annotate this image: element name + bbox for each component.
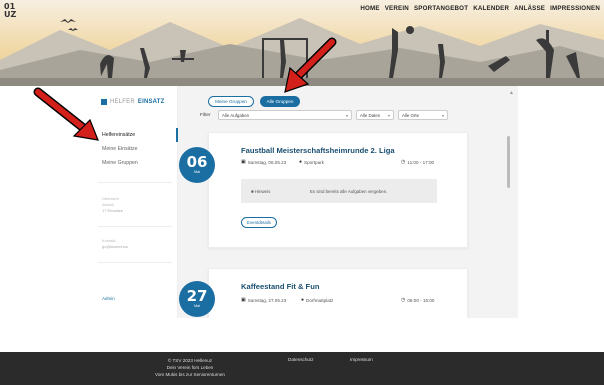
- clock-icon: ◷: [401, 297, 406, 303]
- event-hint-box: ■ Hinweis Es sind bereits alle Aufgaben …: [241, 179, 437, 203]
- tasks-select[interactable]: Alle Aufgaben ▾: [218, 110, 352, 120]
- location-pin-icon: ●: [301, 297, 305, 303]
- chevron-down-icon: ▾: [345, 113, 348, 118]
- main-content: Meine Gruppen Alle Gruppen Filter Alle A…: [178, 86, 518, 318]
- chevron-down-icon: ▾: [441, 113, 444, 118]
- admin-link[interactable]: Admin: [102, 296, 115, 301]
- event-card[interactable]: 06 Mai Faustball Meisterschaftsheimrunde…: [179, 132, 468, 248]
- event-date-badge: 06 Mai: [179, 147, 215, 183]
- sidebar-divider: [98, 226, 172, 227]
- dates-select[interactable]: Alle Daten ▾: [356, 110, 394, 120]
- event-place: ● Sportpark: [299, 159, 324, 165]
- site-footer: © TSV 2023 Hellenuz Dein Verein fürs Leb…: [0, 352, 604, 385]
- sidebar-item-meine-gruppen[interactable]: Meine Gruppen: [86, 156, 178, 170]
- sidebar-divider: [98, 262, 172, 263]
- nav-home[interactable]: HOME: [360, 5, 379, 12]
- footer-club-info: © TSV 2023 Hellenuz Dein Verein fürs Leb…: [155, 358, 225, 377]
- event-title[interactable]: Kaffeestand Fit & Fun: [241, 282, 319, 291]
- footer-privacy-link[interactable]: Datenschutz: [288, 357, 314, 362]
- sidebar-stats: Übersicht Aktuell 17 Einsätze: [102, 196, 123, 213]
- filter-label: Filter: [200, 113, 211, 118]
- sidebar-divider: [98, 182, 172, 183]
- footer-imprint-link[interactable]: Impressum: [350, 357, 373, 362]
- event-title[interactable]: Faustball Meisterschaftsheimrunde 2. Lig…: [241, 146, 395, 155]
- event-time: ◷ 08:00 - 15:00: [401, 297, 435, 303]
- chevron-down-icon: ▾: [387, 113, 390, 118]
- nav-impressionen[interactable]: IMPRESSIONEN: [550, 5, 600, 12]
- brand-logo[interactable]: HELFER EINSATZ: [101, 99, 165, 105]
- nav-sportangebot[interactable]: SPORTANGEBOT: [414, 5, 468, 12]
- hint-text: Es sind bereits alle Aufgaben vergeben.: [310, 189, 388, 194]
- event-time: ◷ 11:00 - 17:00: [401, 159, 435, 165]
- nav-verein[interactable]: VEREIN: [385, 5, 409, 12]
- event-date: ▣ Samstag, 06.05.23: [241, 159, 287, 165]
- red-arrow-all-groups: [284, 37, 337, 93]
- event-place: ● Dorfmattplatz: [301, 297, 334, 303]
- event-card[interactable]: 27 Mai Kaffeestand Fit & Fun ▣ Samstag, 2…: [179, 268, 468, 318]
- calendar-icon: ▣: [241, 297, 246, 303]
- nav-kalender[interactable]: KALENDER: [473, 5, 509, 12]
- calendar-icon: ▣: [241, 159, 246, 165]
- sidebar-user: Kontakt gu@lauemnus: [102, 238, 128, 249]
- scrollbar[interactable]: [507, 86, 510, 318]
- location-pin-icon: ●: [299, 159, 303, 165]
- my-groups-toggle[interactable]: Meine Gruppen: [208, 96, 254, 107]
- hint-label: ■ Hinweis: [251, 189, 271, 194]
- places-select[interactable]: Alle Orte ▾: [398, 110, 448, 120]
- event-details-button[interactable]: Eventdetails: [241, 217, 277, 228]
- club-logo[interactable]: 01 UZ: [4, 3, 16, 19]
- helfereinsatz-app: HELFER EINSATZ Helfereinsätze Meine Einsä…: [86, 86, 518, 318]
- top-navigation: HOME VEREIN SPORTANGEBOT KALENDER ANLÄSS…: [360, 5, 600, 12]
- info-icon: ■: [251, 189, 254, 194]
- scrollbar-thumb[interactable]: [507, 136, 510, 188]
- event-date: ▣ Samstag, 27.05.23: [241, 297, 287, 303]
- red-arrow-sidebar: [33, 87, 99, 141]
- clock-icon: ◷: [401, 159, 406, 165]
- nav-anlaesse[interactable]: ANLÄSSE: [514, 5, 545, 12]
- event-date-badge: 27 Mai: [179, 281, 215, 317]
